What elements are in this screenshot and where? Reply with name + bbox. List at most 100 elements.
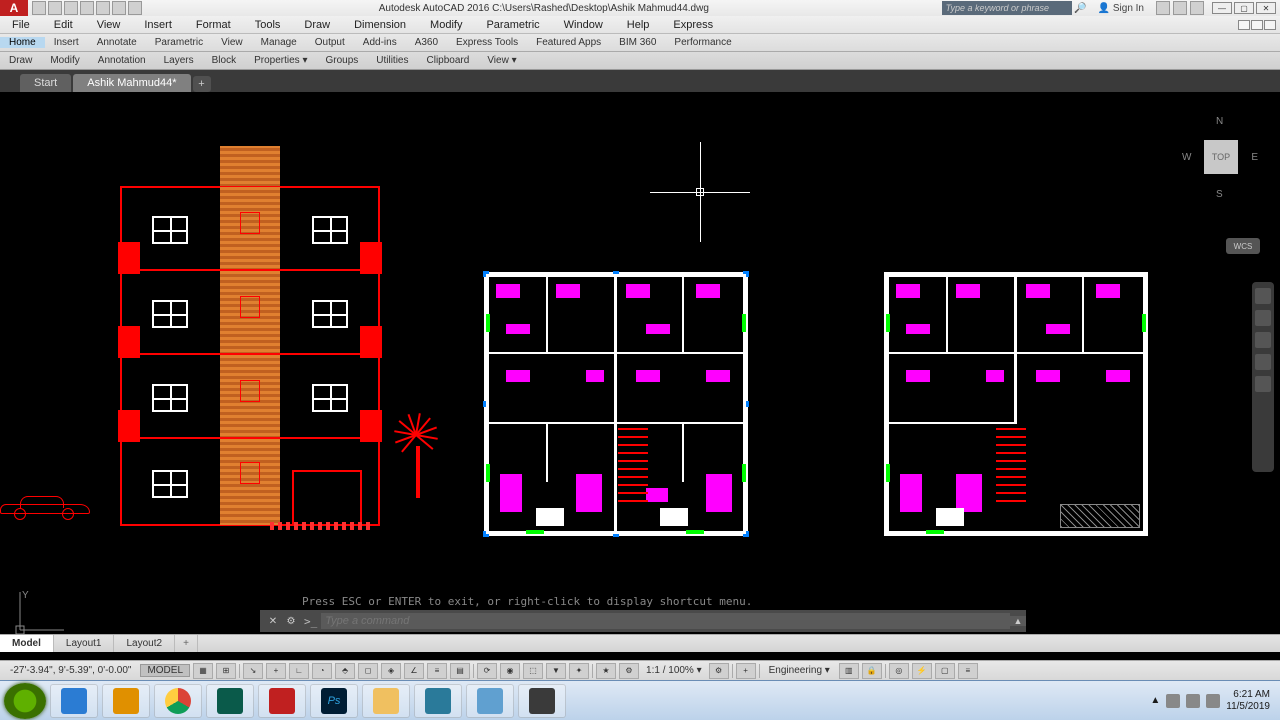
viewcube-south[interactable]: S	[1216, 189, 1223, 200]
annotation-monitor-icon[interactable]: +	[736, 663, 756, 679]
tray-volume-icon[interactable]	[1206, 694, 1220, 708]
layout-add-button[interactable]: +	[175, 635, 198, 652]
wcs-badge[interactable]: WCS	[1226, 238, 1260, 254]
app-icon[interactable]: A	[0, 0, 28, 16]
quick-properties-icon[interactable]: ▥	[839, 663, 859, 679]
menu-view[interactable]: View	[85, 19, 133, 31]
menu-window[interactable]: Window	[552, 19, 615, 31]
tab-a360[interactable]: A360	[406, 37, 447, 48]
grid-toggle-icon[interactable]: ▦	[193, 663, 213, 679]
taskbar-revit[interactable]	[414, 684, 462, 718]
start-button[interactable]	[4, 683, 46, 719]
polar-toggle-icon[interactable]: ◔	[312, 663, 332, 679]
menu-edit[interactable]: Edit	[42, 19, 85, 31]
lock-ui-icon[interactable]: 🔒	[862, 663, 882, 679]
nav-wheel-icon[interactable]	[1255, 288, 1271, 304]
panel-block[interactable]: Block	[203, 55, 245, 66]
panel-clipboard[interactable]: Clipboard	[418, 55, 479, 66]
minimize-button[interactable]: —	[1212, 2, 1232, 14]
system-clock[interactable]: 6:21 AM 11/5/2019	[1226, 689, 1270, 712]
tab-featured-apps[interactable]: Featured Apps	[527, 37, 610, 48]
gizmo-icon[interactable]: ✦	[569, 663, 589, 679]
a360-icon[interactable]	[1173, 1, 1187, 15]
panel-view[interactable]: View ▾	[478, 55, 525, 66]
qat-undo-icon[interactable]	[112, 1, 126, 15]
doc-close-icon[interactable]	[1264, 20, 1276, 30]
menu-express[interactable]: Express	[661, 19, 725, 31]
selection-cycling-icon[interactable]: ⟳	[477, 663, 497, 679]
taskbar-app[interactable]	[518, 684, 566, 718]
osnap-toggle-icon[interactable]: ◻	[358, 663, 378, 679]
panel-annotation[interactable]: Annotation	[89, 55, 155, 66]
signin-button[interactable]: 👤 Sign In	[1090, 3, 1152, 14]
menu-tools[interactable]: Tools	[243, 19, 293, 31]
panel-utilities[interactable]: Utilities	[367, 55, 417, 66]
menu-help[interactable]: Help	[615, 19, 662, 31]
qat-redo-icon[interactable]	[128, 1, 142, 15]
isolate-objects-icon[interactable]: ◎	[889, 663, 909, 679]
floor-plan-1[interactable]	[484, 272, 748, 536]
tab-home[interactable]: Home	[0, 37, 45, 48]
panel-layers[interactable]: Layers	[155, 55, 203, 66]
tab-start[interactable]: Start	[20, 74, 71, 92]
customization-icon[interactable]: ≡	[958, 663, 978, 679]
command-input[interactable]	[321, 613, 1010, 629]
nav-orbit-icon[interactable]	[1255, 354, 1271, 370]
qat-new-icon[interactable]	[32, 1, 46, 15]
cmdline-history-icon[interactable]: ▲	[1010, 616, 1026, 626]
menu-format[interactable]: Format	[184, 19, 243, 31]
close-button[interactable]: ✕	[1256, 2, 1276, 14]
tab-express-tools[interactable]: Express Tools	[447, 37, 527, 48]
menu-dimension[interactable]: Dimension	[342, 19, 418, 31]
tray-network-icon[interactable]	[1186, 694, 1200, 708]
layout-model[interactable]: Model	[0, 635, 54, 652]
nav-zoom-icon[interactable]	[1255, 332, 1271, 348]
menu-modify[interactable]: Modify	[418, 19, 474, 31]
viewcube[interactable]: N S W E TOP	[1180, 112, 1260, 202]
menu-file[interactable]: File	[0, 19, 42, 31]
snap-toggle-icon[interactable]: ⊞	[216, 663, 236, 679]
tray-show-hidden-icon[interactable]: ▲	[1150, 695, 1160, 706]
panel-properties[interactable]: Properties ▾	[245, 55, 316, 66]
taskbar-photoshop[interactable]: Ps	[310, 684, 358, 718]
exchange-icon[interactable]	[1156, 1, 1170, 15]
clean-screen-icon[interactable]: ▢	[935, 663, 955, 679]
infocenter-icon[interactable]: 🔎	[1072, 3, 1090, 14]
cmdline-config-icon[interactable]: ⚙	[284, 614, 298, 628]
menu-draw[interactable]: Draw	[292, 19, 342, 31]
tab-bim360[interactable]: BIM 360	[610, 37, 665, 48]
tab-view[interactable]: View	[212, 37, 252, 48]
tab-annotate[interactable]: Annotate	[88, 37, 146, 48]
ortho-toggle-icon[interactable]: ∟	[289, 663, 309, 679]
3d-osnap-icon[interactable]: ◉	[500, 663, 520, 679]
tab-performance[interactable]: Performance	[665, 37, 740, 48]
annotation-scale[interactable]: 1:1 / 100% ▾	[642, 665, 706, 676]
taskbar-explorer[interactable]	[362, 684, 410, 718]
panel-modify[interactable]: Modify	[41, 55, 88, 66]
units-display[interactable]: Engineering ▾	[763, 665, 836, 676]
autoscale-icon[interactable]: ⚙	[619, 663, 639, 679]
floor-plan-2[interactable]	[884, 272, 1148, 536]
selection-filter-icon[interactable]: ▼	[546, 663, 566, 679]
tray-action-center-icon[interactable]	[1166, 694, 1180, 708]
cmdline-close-icon[interactable]: ✕	[266, 614, 280, 628]
layout-1[interactable]: Layout1	[54, 635, 115, 652]
doc-minimize-icon[interactable]	[1238, 20, 1250, 30]
qat-saveas-icon[interactable]	[80, 1, 94, 15]
nav-showmotion-icon[interactable]	[1255, 376, 1271, 392]
new-tab-button[interactable]: +	[193, 76, 211, 92]
coordinates-readout[interactable]: -27'-3.94", 9'-5.39", 0'-0.00"	[4, 665, 137, 676]
infer-constraints-icon[interactable]: ↘	[243, 663, 263, 679]
hardware-accel-icon[interactable]: ⚡	[912, 663, 932, 679]
otrack-toggle-icon[interactable]: ∠	[404, 663, 424, 679]
tab-insert[interactable]: Insert	[45, 37, 88, 48]
panel-groups[interactable]: Groups	[316, 55, 367, 66]
dynucs-icon[interactable]: ⬚	[523, 663, 543, 679]
help-icon[interactable]	[1190, 1, 1204, 15]
qat-open-icon[interactable]	[48, 1, 62, 15]
drawing-canvas[interactable]: N S W E TOP WCS Y X Press ESC or ENTER t…	[0, 92, 1280, 652]
transparency-icon[interactable]: ▤	[450, 663, 470, 679]
panel-draw[interactable]: Draw	[0, 55, 41, 66]
taskbar-chrome[interactable]	[154, 684, 202, 718]
menu-parametric[interactable]: Parametric	[474, 19, 551, 31]
